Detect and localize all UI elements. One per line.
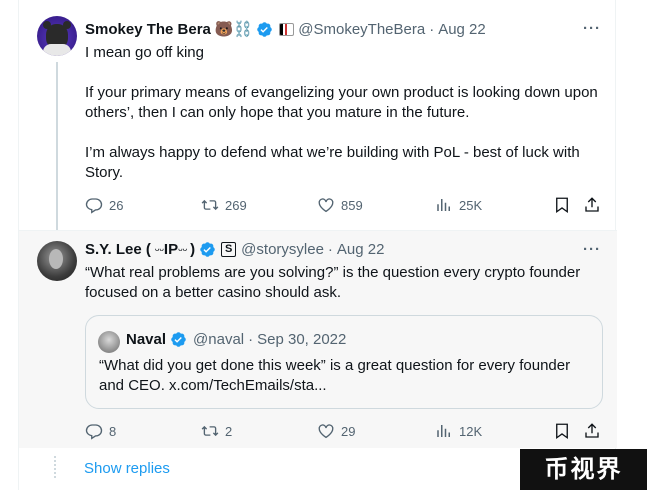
avatar[interactable] xyxy=(37,241,77,281)
tweet-paragraph: I’m always happy to defend what we’re bu… xyxy=(85,144,580,181)
timeline: Smokey The Bera 🐻⛓️ @SmokeyTheBera · Aug… xyxy=(18,0,617,490)
more-icon[interactable]: ··· xyxy=(583,20,601,37)
more-icon[interactable]: ··· xyxy=(583,241,601,258)
bookmark-icon xyxy=(556,423,568,440)
quote-date: Sep 30, 2022 xyxy=(257,331,347,348)
verified-icon xyxy=(171,332,186,347)
bookmark-button[interactable] xyxy=(553,196,577,214)
views-icon xyxy=(437,199,450,211)
reply-count: 26 xyxy=(109,197,124,213)
author-handle[interactable]: @storysylee xyxy=(241,241,324,258)
thread-dots xyxy=(54,456,56,478)
name-decoration-icon: ᵕᵕ xyxy=(154,242,164,257)
reply-icon xyxy=(85,424,103,440)
share-button[interactable] xyxy=(583,196,607,214)
tweet-sylee[interactable]: S.Y. Lee ( ᵕᵕ IP ᵕᵕ ) S @storysylee · Au… xyxy=(19,230,617,448)
tweet-text: I mean go off king If your primary means… xyxy=(85,43,605,183)
portrait-icon xyxy=(49,249,63,269)
quote-author-name: Naval xyxy=(126,331,167,348)
like-icon xyxy=(318,198,334,213)
name-decoration-icon: ᵕᵕ xyxy=(178,242,188,257)
verified-icon xyxy=(257,21,273,37)
reply-button[interactable]: 26 xyxy=(85,196,123,214)
repost-icon xyxy=(201,199,219,211)
tweet-header: S.Y. Lee ( ᵕᵕ IP ᵕᵕ ) S @storysylee · Au… xyxy=(85,241,384,258)
quote-text: “What did you get done this week” is a g… xyxy=(99,357,571,394)
repost-count: 2 xyxy=(225,423,233,439)
views-icon xyxy=(437,425,450,437)
reply-button[interactable]: 8 xyxy=(85,422,116,440)
share-icon xyxy=(585,197,599,212)
author-name-close[interactable]: ) xyxy=(190,241,195,258)
show-replies-link[interactable]: Show replies xyxy=(84,460,170,477)
bookmark-button[interactable] xyxy=(553,422,577,440)
avatar[interactable] xyxy=(37,16,77,56)
reply-count: 8 xyxy=(109,423,117,439)
like-icon xyxy=(318,424,334,439)
repost-icon xyxy=(201,425,219,437)
tweet-paragraph: I mean go off king xyxy=(85,44,204,61)
affiliate-badge-icon: S xyxy=(221,242,237,257)
avatar[interactable] xyxy=(98,331,120,353)
quoted-tweet[interactable]: Naval @naval · Sep 30, 2022 “What did yo… xyxy=(85,315,603,409)
quote-header: Naval @naval · Sep 30, 2022 xyxy=(126,331,346,348)
tweet-paragraph: If your primary means of evangelizing yo… xyxy=(85,84,598,121)
views-count: 12K xyxy=(459,423,483,439)
like-count: 29 xyxy=(341,423,356,439)
like-button[interactable]: 29 xyxy=(317,422,355,440)
views-count: 25K xyxy=(459,197,483,213)
separator-dot: · xyxy=(327,241,333,258)
tweet-header: Smokey The Bera 🐻⛓️ @SmokeyTheBera · Aug… xyxy=(85,20,486,39)
views-button[interactable]: 25K xyxy=(435,196,482,214)
share-button[interactable] xyxy=(583,422,607,440)
reply-icon xyxy=(85,198,103,214)
author-name[interactable]: Smokey The Bera xyxy=(85,21,211,38)
repost-button[interactable]: 269 xyxy=(201,196,247,214)
share-icon xyxy=(585,423,599,438)
tweet-date[interactable]: Aug 22 xyxy=(337,241,385,258)
like-count: 859 xyxy=(341,197,363,213)
tweet-date[interactable]: Aug 22 xyxy=(438,21,486,38)
author-name[interactable]: S.Y. Lee ( xyxy=(85,241,151,258)
separator-dot: · xyxy=(429,20,435,38)
author-name-ip[interactable]: IP xyxy=(164,241,178,258)
thread-line xyxy=(56,62,58,230)
tweet-actions: 26 269 859 25K xyxy=(85,196,605,216)
repost-count: 269 xyxy=(225,197,247,213)
tweet-text: “What real problems are you solving?” is… xyxy=(85,264,581,301)
repost-button[interactable]: 2 xyxy=(201,422,232,440)
affiliate-badge-icon xyxy=(279,22,295,36)
verified-icon xyxy=(200,242,215,257)
views-button[interactable]: 12K xyxy=(435,422,482,440)
author-handle[interactable]: @SmokeyTheBera xyxy=(298,21,425,38)
tweet-actions: 8 2 29 12K xyxy=(85,422,605,442)
separator-dot: · xyxy=(248,331,254,348)
name-emoji: 🐻⛓️ xyxy=(214,21,253,38)
like-button[interactable]: 859 xyxy=(317,196,363,214)
tweet-smokey[interactable]: Smokey The Bera 🐻⛓️ @SmokeyTheBera · Aug… xyxy=(19,0,617,230)
quote-author-handle: @naval xyxy=(193,331,245,348)
bookmark-icon xyxy=(556,197,568,214)
watermark-logo: 币视界 xyxy=(520,449,647,490)
